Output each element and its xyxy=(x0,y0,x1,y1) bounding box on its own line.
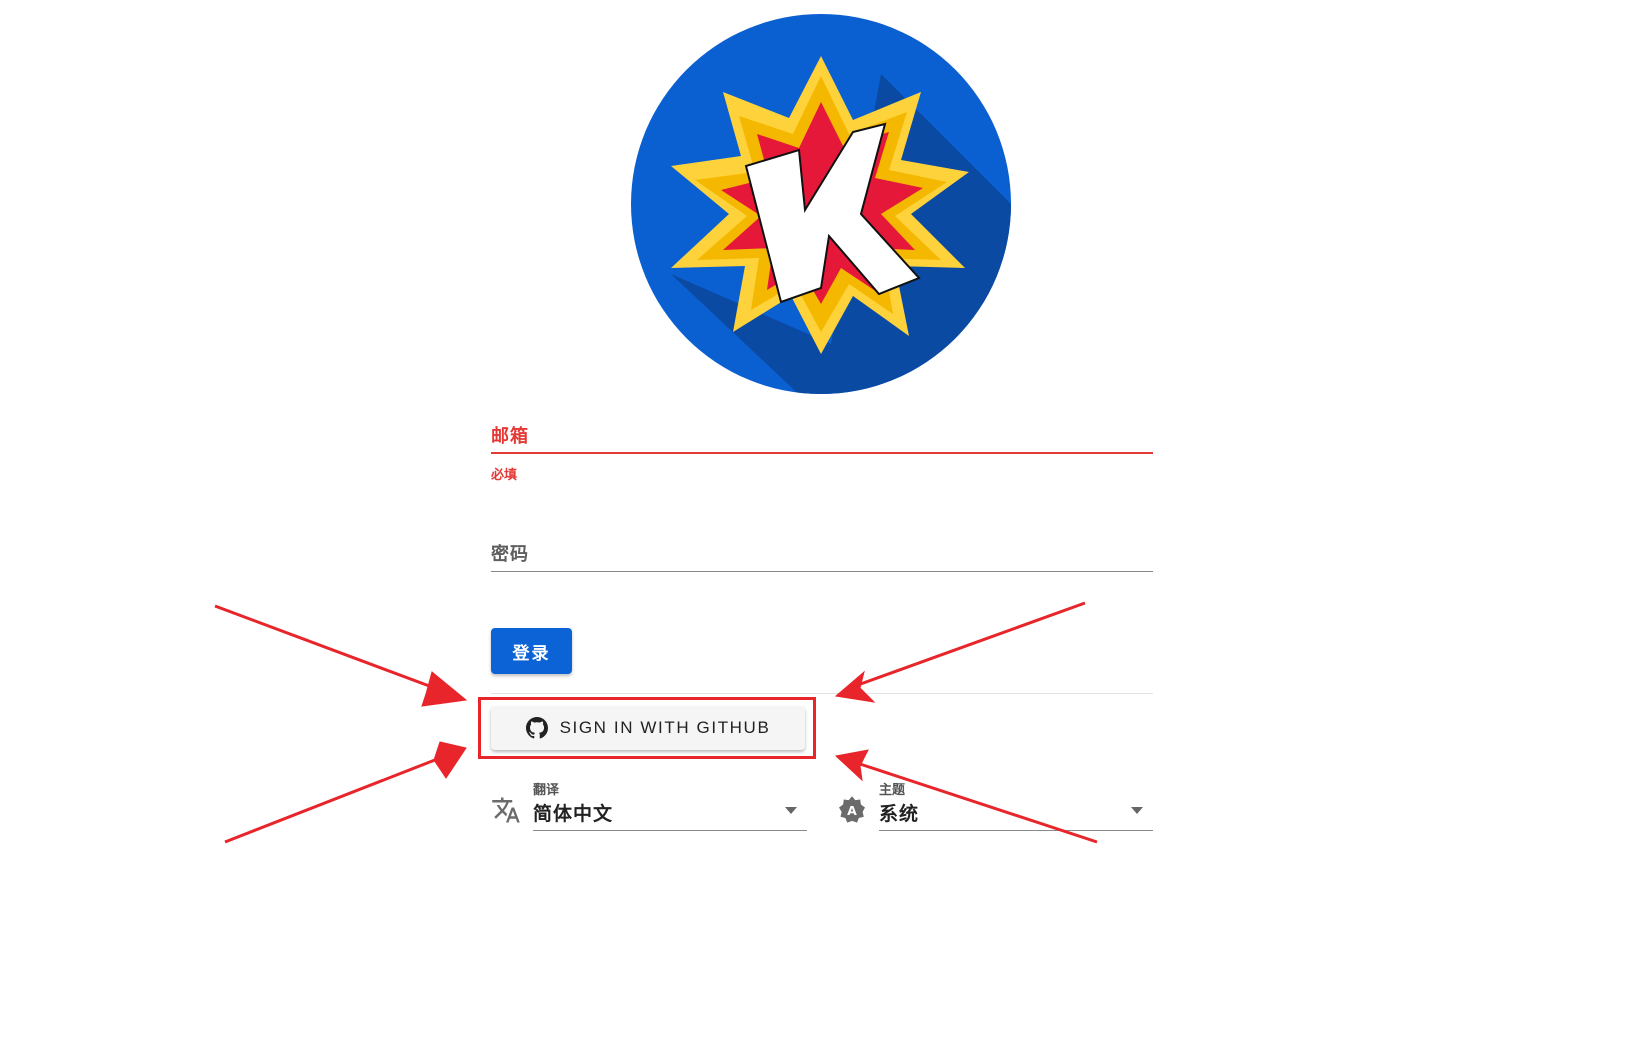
password-underline xyxy=(491,571,1153,572)
highlight-box xyxy=(478,697,816,759)
theme-select[interactable]: A 主题 系统 xyxy=(837,775,1153,833)
language-select-underline xyxy=(533,830,807,831)
app-logo xyxy=(631,14,1011,394)
chevron-down-icon xyxy=(1131,807,1143,814)
theme-select-underline xyxy=(879,830,1153,831)
email-required-hint: 必填 xyxy=(491,467,518,482)
svg-text:A: A xyxy=(847,803,857,818)
theme-select-label: 主题 xyxy=(879,782,906,797)
theme-auto-icon: A xyxy=(839,796,865,823)
language-select-value: 简体中文 xyxy=(533,804,614,825)
login-button[interactable]: 登录 xyxy=(491,628,572,674)
divider xyxy=(491,693,1153,694)
password-label: 密码 xyxy=(491,544,529,564)
language-select-label: 翻译 xyxy=(533,782,560,797)
email-field[interactable]: 邮箱 必填 xyxy=(491,420,1153,490)
language-select[interactable]: 翻译 简体中文 xyxy=(491,775,807,833)
arrow-top-left xyxy=(214,604,468,707)
theme-select-value: 系统 xyxy=(879,804,920,825)
login-page: 邮箱 必填 密码 登录 SIGN IN WITH GITHUB 翻译 简体中文 … xyxy=(0,0,1639,1049)
arrow-bottom-left xyxy=(224,741,467,844)
email-label: 邮箱 xyxy=(491,426,529,446)
translate-icon xyxy=(492,797,520,823)
email-underline xyxy=(491,452,1153,454)
password-field[interactable]: 密码 xyxy=(491,538,1153,578)
arrow-top-right xyxy=(834,601,1086,703)
chevron-down-icon xyxy=(785,807,797,814)
